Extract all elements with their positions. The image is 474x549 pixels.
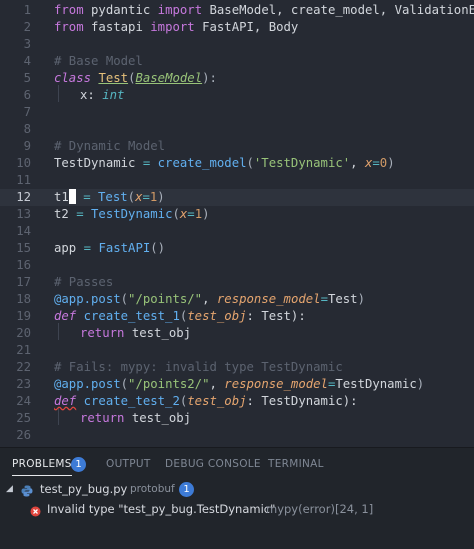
tab-output[interactable]: OUTPUT	[106, 458, 151, 470]
problem-message: Invalid type "test_py_bug.TestDynamic"	[47, 502, 276, 516]
code-editor[interactable]: 1 from pydantic import BaseModel, create_…	[0, 0, 474, 447]
line-number: 3	[23, 37, 31, 51]
line-number: 23	[16, 377, 31, 391]
code-line[interactable]: 3	[0, 36, 474, 53]
line-code: def create_test_2(test_obj: TestDynamic)…	[54, 394, 358, 408]
text-cursor	[68, 189, 76, 204]
code-line[interactable]: 18 @app.post("/points/", response_model=T…	[0, 291, 474, 308]
code-line[interactable]: 26	[0, 427, 474, 444]
line-number: 10	[16, 156, 31, 170]
tab-debug-console[interactable]: DEBUG CONSOLE	[165, 458, 261, 470]
code-line[interactable]: 20 return test_obj	[0, 325, 474, 342]
line-code: app = FastAPI()	[54, 241, 166, 255]
line-number: 2	[23, 20, 31, 34]
code-line[interactable]: 4 # Base Model	[0, 53, 474, 70]
line-code: from fastapi import FastAPI, Body	[54, 20, 299, 34]
comment: # Passes	[54, 275, 114, 289]
line-number: 22	[16, 360, 31, 374]
panel-tabs: PROBLEMS 1 OUTPUT DEBUG CONSOLE TERMINAL	[0, 448, 474, 482]
tab-terminal[interactable]: TERMINAL	[268, 458, 324, 470]
line-number: 16	[16, 258, 31, 272]
code-line[interactable]: 16	[0, 257, 474, 274]
bottom-panel: PROBLEMS 1 OUTPUT DEBUG CONSOLE TERMINAL…	[0, 447, 474, 549]
python-file-icon	[21, 483, 33, 497]
code-line[interactable]: 22 # Fails: mypy: invalid type TestDynami…	[0, 359, 474, 376]
file-name: test_py_bug.py	[40, 482, 128, 496]
line-code: @app.post("/points2/", response_model=Te…	[54, 377, 425, 391]
line-code: return test_obj	[80, 326, 192, 340]
line-number: 18	[16, 292, 31, 306]
code-line[interactable]: 7	[0, 104, 474, 121]
code-line[interactable]: 17 # Passes	[0, 274, 474, 291]
code-line[interactable]: 9 # Dynamic Model	[0, 138, 474, 155]
problem-file-row[interactable]: ◢ test_py_bug.py protobuf 1	[0, 479, 474, 499]
line-code: x: int	[80, 88, 125, 102]
line-number: 1	[23, 3, 31, 17]
code-line[interactable]: 23 @app.post("/points2/", response_model=…	[0, 376, 474, 393]
problems-count-badge: 1	[71, 457, 86, 472]
line-number: 26	[16, 428, 31, 442]
code-line[interactable]: 1 from pydantic import BaseModel, create_…	[0, 2, 474, 19]
problem-location: [24, 1]	[335, 502, 374, 516]
line-number: 7	[23, 105, 31, 119]
code-line[interactable]: 5 class Test(BaseModel):	[0, 70, 474, 87]
line-number: 12	[16, 190, 31, 204]
comment: # Fails: mypy: invalid type TestDynamic	[54, 360, 343, 374]
line-number: 13	[16, 207, 31, 221]
problem-row[interactable]: Invalid type "test_py_bug.TestDynamic" m…	[0, 499, 474, 519]
folder-name: protobuf	[130, 483, 175, 495]
line-code: def create_test_1(test_obj: Test):	[54, 309, 306, 323]
code-line[interactable]: 2 from fastapi import FastAPI, Body	[0, 19, 474, 36]
line-code: t1 = Test(x=1)	[54, 189, 165, 204]
code-line[interactable]: 21	[0, 342, 474, 359]
line-number: 20	[16, 326, 31, 340]
line-number: 17	[16, 275, 31, 289]
line-number: 5	[23, 71, 31, 85]
line-code: t2 = TestDynamic(x=1)	[54, 207, 210, 221]
line-code: from pydantic import BaseModel, create_m…	[54, 3, 474, 17]
line-number: 6	[23, 88, 31, 102]
code-line[interactable]: 14	[0, 223, 474, 240]
line-number: 19	[16, 309, 31, 323]
code-line[interactable]: 25 return test_obj	[0, 410, 474, 427]
line-number: 15	[16, 241, 31, 255]
comment: # Base Model	[54, 54, 143, 68]
code-line[interactable]: 15 app = FastAPI()	[0, 240, 474, 257]
code-line[interactable]: 6 x: int	[0, 87, 474, 104]
comment: # Dynamic Model	[54, 139, 166, 153]
line-number: 21	[16, 343, 31, 357]
error-icon	[30, 503, 41, 517]
line-number: 11	[16, 173, 31, 187]
code-line[interactable]: 10 TestDynamic = create_model('TestDynami…	[0, 155, 474, 172]
code-line[interactable]: 19 def create_test_1(test_obj: Test):	[0, 308, 474, 325]
code-line[interactable]: 8	[0, 121, 474, 138]
line-number: 8	[23, 122, 31, 136]
problem-source: mypy(error)	[266, 502, 335, 516]
code-line-active[interactable]: 12 t1 = Test(x=1)	[0, 189, 474, 206]
line-number: 25	[16, 411, 31, 425]
line-code: return test_obj	[80, 411, 192, 425]
line-code: TestDynamic = create_model('TestDynamic'…	[54, 156, 395, 170]
code-line[interactable]: 13 t2 = TestDynamic(x=1)	[0, 206, 474, 223]
line-number: 4	[23, 54, 31, 68]
line-number: 9	[23, 139, 31, 153]
code-line[interactable]: 11	[0, 172, 474, 189]
code-line[interactable]: 24 def create_test_2(test_obj: TestDynami…	[0, 393, 474, 410]
line-number: 24	[16, 394, 31, 408]
line-number: 14	[16, 224, 31, 238]
line-code: class Test(BaseModel):	[54, 71, 217, 85]
line-code: @app.post("/points/", response_model=Tes…	[54, 292, 365, 306]
chevron-down-icon[interactable]: ◢	[6, 479, 13, 499]
tab-problems[interactable]: PROBLEMS	[12, 458, 72, 476]
file-problem-count-badge: 1	[179, 482, 194, 497]
error-squiggle: def	[54, 394, 77, 408]
